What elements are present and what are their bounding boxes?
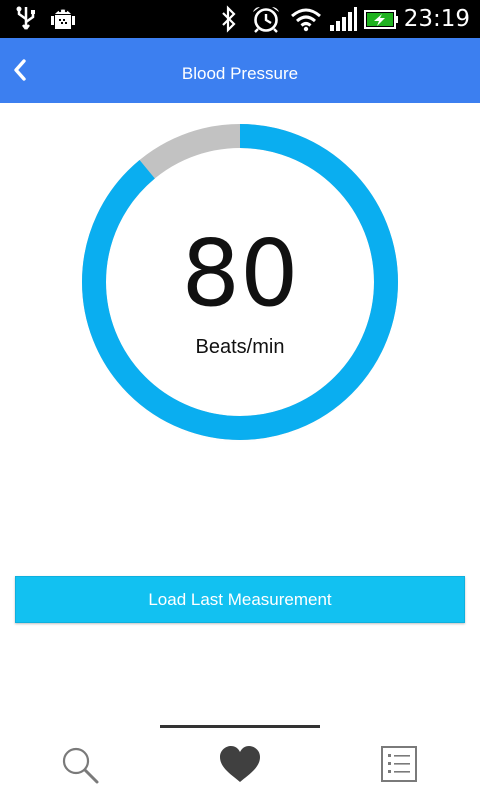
android-debug-icon (51, 9, 75, 29)
usb-icon (16, 6, 35, 30)
signal-icon (330, 7, 357, 31)
page-title: Blood Pressure (181, 64, 299, 83)
selected-tab-indicator (160, 725, 320, 728)
list-icon (381, 746, 417, 782)
heart-rate-gauge: 80 Beats/min (80, 122, 400, 442)
heart-icon (220, 746, 260, 782)
bottom-nav (0, 730, 480, 800)
alarm-icon (253, 7, 279, 33)
app-bar: Blood Pressure (0, 38, 480, 103)
bluetooth-icon (222, 5, 236, 33)
nav-item-list[interactable] (320, 730, 480, 800)
battery-charging-icon (364, 10, 398, 29)
load-last-measurement-button[interactable]: Load Last Measurement (15, 576, 465, 623)
search-icon (62, 747, 99, 784)
status-bar: 23:19 (0, 0, 480, 38)
nav-item-search[interactable] (0, 730, 160, 800)
nav-item-heart[interactable] (160, 730, 320, 800)
heart-rate-unit: Beats/min (195, 336, 285, 358)
status-time: 23:19 (403, 6, 470, 32)
wifi-icon (291, 8, 321, 32)
heart-rate-value: 80 (181, 220, 299, 327)
